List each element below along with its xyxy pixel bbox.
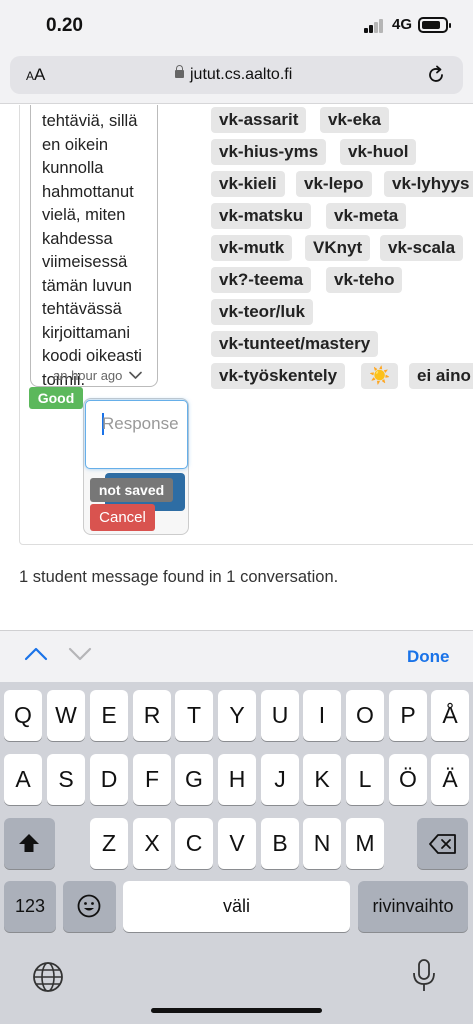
battery-icon [418, 17, 451, 33]
tag-vk-meta[interactable]: vk-meta [326, 203, 407, 229]
home-indicator [151, 1008, 322, 1013]
tag-vk-hius-yms[interactable]: vk-hius-yms [211, 139, 327, 165]
url-text[interactable]: jutut.cs.aalto.fi [190, 66, 292, 84]
key-o[interactable]: O [346, 690, 384, 741]
tag-vknyt[interactable]: VKnyt [305, 235, 371, 261]
message-line: hahmottanut [42, 182, 134, 201]
space-key[interactable]: väli [123, 881, 350, 932]
key-u[interactable]: U [261, 690, 299, 741]
text-size-button[interactable]: AAAA [26, 65, 45, 85]
network-type: 4G [392, 16, 413, 33]
response-input[interactable]: Response [85, 400, 188, 469]
tag-vk-huol[interactable]: vk-huol [340, 139, 417, 165]
response-placeholder: Response [102, 414, 179, 433]
key-b[interactable]: B [261, 818, 299, 869]
message-timestamp[interactable]: an hour ago [53, 368, 142, 383]
status-bar: 0.20 4G [0, 0, 473, 52]
chevron-up-icon[interactable] [24, 647, 48, 661]
key-q[interactable]: Q [4, 690, 42, 741]
tag-vk-scala[interactable]: vk-scala [380, 235, 464, 261]
save-status-badge: not saved [90, 478, 173, 502]
tag-vk-lyhyys[interactable]: vk-lyhyys [384, 171, 473, 197]
key-l[interactable]: L [346, 754, 384, 805]
message-line: kunnolla [42, 159, 104, 177]
message-line: en oikein [42, 135, 109, 154]
tag-ei-aino[interactable]: ei aino [409, 363, 473, 389]
key-o-umlaut[interactable]: Ö [389, 754, 427, 805]
key-i[interactable]: I [303, 690, 341, 741]
microphone-icon[interactable] [412, 959, 436, 993]
key-w[interactable]: W [47, 690, 85, 741]
message-line: koodi oikeasti [42, 347, 142, 365]
chevron-down-icon[interactable] [129, 371, 142, 380]
response-form: Response not saved Cancel [83, 398, 189, 535]
tag-vk-teho[interactable]: vk-teho [326, 267, 403, 293]
key-a-umlaut[interactable]: Ä [431, 754, 469, 805]
key-k[interactable]: K [303, 754, 341, 805]
message-line: kahdessa [42, 229, 113, 248]
key-s[interactable]: S [47, 754, 85, 805]
message-line: tehtäviä, sillä [42, 112, 138, 130]
key-y[interactable]: Y [218, 690, 256, 741]
reload-icon[interactable] [426, 65, 446, 85]
emoji-icon [77, 894, 101, 918]
done-button[interactable]: Done [407, 647, 450, 667]
message-line: tämän luvun [42, 276, 132, 295]
status-time: 0.20 [46, 15, 83, 36]
tag-vk-kieli[interactable]: vk-kieli [211, 171, 285, 197]
key-a-ring[interactable]: Å [431, 690, 469, 741]
key-a[interactable]: A [4, 754, 42, 805]
message-line: tehtävässä [42, 300, 122, 318]
message-line: kirjoittamani [42, 323, 131, 342]
tag-vk-matsku[interactable]: vk-matsku [211, 203, 312, 229]
message-line: vielä, miten [42, 206, 126, 224]
address-bar[interactable]: AAAA jutut.cs.aalto.fi [10, 56, 463, 94]
key-r[interactable]: R [133, 690, 171, 741]
tag-vk-teor-luk[interactable]: vk-teor/luk [211, 299, 313, 325]
shift-icon [19, 834, 39, 852]
student-message: tehtäviä, sillä en oikein kunnolla hahmotta… [30, 105, 158, 387]
lock-icon [175, 65, 184, 80]
key-c[interactable]: C [175, 818, 213, 869]
key-j[interactable]: J [261, 754, 299, 805]
shift-key[interactable] [4, 818, 55, 869]
message-text: tehtäviä, sillä en oikein kunnolla hahmotta… [42, 110, 157, 386]
page-content: tehtäviä, sillä en oikein kunnolla hahmotta… [0, 105, 473, 630]
tag-sun-emoji[interactable]: ☀️ [361, 363, 399, 389]
cellular-signal-icon [364, 19, 384, 33]
key-z[interactable]: Z [90, 818, 128, 869]
key-m[interactable]: M [346, 818, 384, 869]
key-p[interactable]: P [389, 690, 427, 741]
key-f[interactable]: F [133, 754, 171, 805]
key-t[interactable]: T [175, 690, 213, 741]
key-h[interactable]: H [218, 754, 256, 805]
return-key[interactable]: rivinvaihto [358, 881, 468, 932]
message-line: viimeisessä [42, 253, 128, 271]
tag-vk-eka[interactable]: vk-eka [320, 107, 389, 133]
cancel-button[interactable]: Cancel [90, 504, 155, 531]
tag-vk-tyoskentely[interactable]: vk-työskentely [211, 363, 346, 389]
tag-vk-teema[interactable]: vk?-teema [211, 267, 312, 293]
grade-badge: Good [29, 387, 83, 409]
key-e[interactable]: E [90, 690, 128, 741]
key-g[interactable]: G [175, 754, 213, 805]
numbers-key[interactable]: 123 [4, 881, 56, 932]
key-n[interactable]: N [303, 818, 341, 869]
backspace-key[interactable] [417, 818, 468, 869]
chevron-down-icon[interactable] [68, 647, 92, 661]
keyboard: Q W E R T Y U I O P Å A S D F G H J K L … [0, 682, 473, 1024]
key-d[interactable]: D [90, 754, 128, 805]
tag-vk-mutk[interactable]: vk-mutk [211, 235, 293, 261]
backspace-icon [429, 834, 456, 854]
emoji-key[interactable] [63, 881, 116, 932]
key-x[interactable]: X [133, 818, 171, 869]
tag-vk-tunteet-mastery[interactable]: vk-tunteet/mastery [211, 331, 379, 357]
browser-toolbar: AAAA jutut.cs.aalto.fi [0, 52, 473, 104]
globe-icon[interactable] [32, 961, 64, 993]
tag-vk-assarit[interactable]: vk-assarit [211, 107, 307, 133]
results-summary: 1 student message found in 1 conversatio… [19, 568, 339, 586]
keyboard-accessory-bar: Done [0, 630, 473, 682]
key-v[interactable]: V [218, 818, 256, 869]
tag-vk-lepo[interactable]: vk-lepo [296, 171, 372, 197]
